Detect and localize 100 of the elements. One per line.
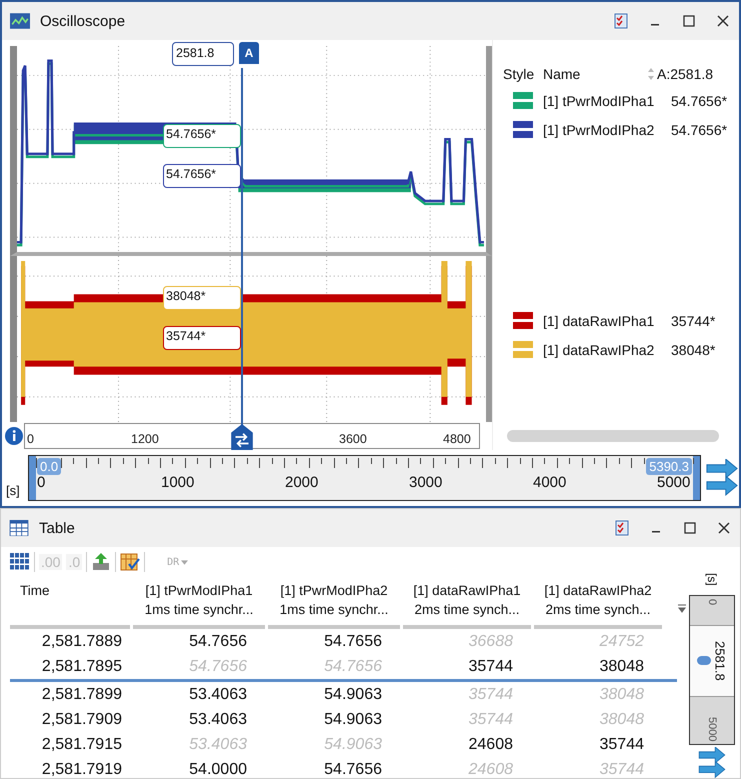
grid-icon[interactable] xyxy=(10,553,30,571)
signal-name: [1] tPwrModIPha1 xyxy=(543,92,656,108)
range-start: 0.0 xyxy=(37,458,62,475)
table-cell-text: 54.7656 xyxy=(188,632,248,650)
table-cell-text: 36688 xyxy=(468,632,514,650)
value-marker: 54.7656* xyxy=(163,164,241,188)
signal-value: 35744* xyxy=(671,312,716,328)
table-cell-text: 35744 xyxy=(468,710,514,728)
column-header[interactable]: Name xyxy=(543,66,647,82)
table-cell-text: 24752 xyxy=(598,632,645,650)
axis-label: 1200 xyxy=(130,432,159,446)
table-cell-text: 54.9063 xyxy=(323,710,383,728)
column-name: Time xyxy=(20,583,50,598)
column-header[interactable]: Style xyxy=(503,66,543,82)
column-header[interactable]: [1] tPwrModIPha2 1ms time synchr... xyxy=(268,577,400,629)
ruler-label: 0 xyxy=(36,474,46,491)
window-title: Oscilloscope xyxy=(40,12,126,30)
info-icon[interactable] xyxy=(4,426,24,446)
time-cell-text: 2,581.7899 xyxy=(40,686,123,704)
cursor-value: 2581.8 xyxy=(172,42,234,66)
table-cell-text: 38048 xyxy=(598,658,645,676)
table-cell-text: 54.7656 xyxy=(323,658,383,676)
cursor-handle-icon[interactable] xyxy=(231,424,253,450)
time-cell-text: 2,581.7919 xyxy=(40,760,123,778)
table-cell-text: 24608 xyxy=(468,760,514,778)
time-cell-text: 2,581.7915 xyxy=(40,736,123,754)
signal-value: 38048* xyxy=(671,342,716,358)
horizontal-scrollbar[interactable] xyxy=(507,430,719,442)
unit-label: [s] xyxy=(705,573,719,588)
table-cell-text: 24608 xyxy=(468,736,514,754)
close-icon[interactable] xyxy=(715,13,731,29)
time-cell-text: 2,581.7909 xyxy=(40,710,123,728)
axis-label: 3600 xyxy=(338,432,367,446)
column-header[interactable]: [1] dataRawIPha1 2ms time synch... xyxy=(403,577,531,629)
double-arrow-icon[interactable] xyxy=(697,747,727,779)
column-subtitle: 2ms time synch... xyxy=(545,602,651,617)
table-cell-text: 54.7656 xyxy=(323,760,383,778)
table-cell-text: 53.4063 xyxy=(188,710,248,728)
column-header[interactable]: A:2581.8 xyxy=(657,66,714,82)
column-name: [1] tPwrModIPha2 xyxy=(280,583,388,598)
column-subtitle: 1ms time synchr... xyxy=(144,602,254,617)
table-cell-text: 53.4063 xyxy=(188,686,248,704)
signal-value: 54.7656* xyxy=(671,122,728,138)
signal-name: [1] tPwrModIPha2 xyxy=(543,122,656,138)
value-marker: 35744* xyxy=(163,326,241,350)
window-title: Table xyxy=(39,520,75,536)
ruler-label: 5000 xyxy=(706,716,718,744)
table-cell-text: 38048 xyxy=(598,686,645,704)
time-cell-text: 2,581.7889 xyxy=(40,632,123,650)
maximize-icon[interactable] xyxy=(682,520,698,536)
caret-icon xyxy=(181,560,188,564)
table-cell-text: 38048 xyxy=(598,710,645,728)
column-subtitle: 1ms time synchr... xyxy=(280,602,388,617)
overflow-icon[interactable] xyxy=(677,603,687,613)
close-icon[interactable] xyxy=(716,520,732,536)
table-cell-text: 35744 xyxy=(468,658,514,676)
column-settings-icon[interactable] xyxy=(120,553,140,571)
unit-label: [s] xyxy=(6,483,21,498)
table-cell-text: 35744 xyxy=(598,760,645,778)
export-icon[interactable] xyxy=(91,553,112,571)
table-cell-text: 54.9063 xyxy=(323,736,383,754)
maximize-icon[interactable] xyxy=(681,13,697,29)
ruler-label: 2000 xyxy=(284,474,318,491)
table-cell-text: 54.0000 xyxy=(188,760,248,778)
column-name: [1] dataRawIPha2 xyxy=(544,583,652,598)
checklist-icon[interactable] xyxy=(613,13,629,29)
table-icon xyxy=(9,520,29,536)
ruler-value: 2581.8 xyxy=(712,640,728,683)
column-subtitle: 2ms time synch... xyxy=(414,602,520,617)
value-marker: 54.7656* xyxy=(163,124,241,148)
vertical-time-ruler[interactable]: 0 2581.8 5000 xyxy=(689,595,735,745)
column-header[interactable]: [1] tPwrModIPha1 1ms time synchr... xyxy=(133,577,265,629)
table-cell-text: 54.7656 xyxy=(188,658,248,676)
table-cell-text: 35744 xyxy=(598,736,645,754)
axis-label: 4800 xyxy=(442,432,471,446)
ruler-label: 1000 xyxy=(160,474,194,491)
value-marker: 38048* xyxy=(163,286,241,310)
signal-value: 54.7656* xyxy=(671,92,728,108)
column-name: [1] tPwrModIPha1 xyxy=(145,583,253,598)
time-cell-text: 2,581.7895 xyxy=(40,658,123,676)
table-cell-text: 35744 xyxy=(468,686,514,704)
oscilloscope-icon xyxy=(10,13,30,29)
checklist-icon[interactable] xyxy=(614,520,630,536)
ruler-label: 4000 xyxy=(532,474,566,491)
signal-name: [1] dataRawIPha1 xyxy=(543,312,656,328)
axis-label: 0 xyxy=(26,432,34,446)
signal-name: [1] dataRawIPha2 xyxy=(543,342,656,358)
column-name: [1] dataRawIPha1 xyxy=(413,583,521,598)
column-header[interactable]: [1] dataRawIPha2 2ms time synch... xyxy=(534,577,662,629)
ruler-label: 5000 xyxy=(656,474,690,491)
range-end: 5390.3 xyxy=(646,458,692,475)
table-cell-text: 54.7656 xyxy=(323,632,383,650)
table-cell-text: 53.4063 xyxy=(188,736,248,754)
table-cell-text: 54.9063 xyxy=(323,686,383,704)
column-header[interactable]: Time xyxy=(10,577,130,629)
range-selection[interactable]: 0 1000 2000 3000 4000 5000 0.0 5390.3 xyxy=(29,456,700,500)
ruler-label: 3000 xyxy=(408,474,442,491)
ruler-thumb[interactable] xyxy=(696,656,710,666)
cursor-flag[interactable]: A xyxy=(239,42,259,64)
double-arrow-icon[interactable] xyxy=(705,459,739,497)
